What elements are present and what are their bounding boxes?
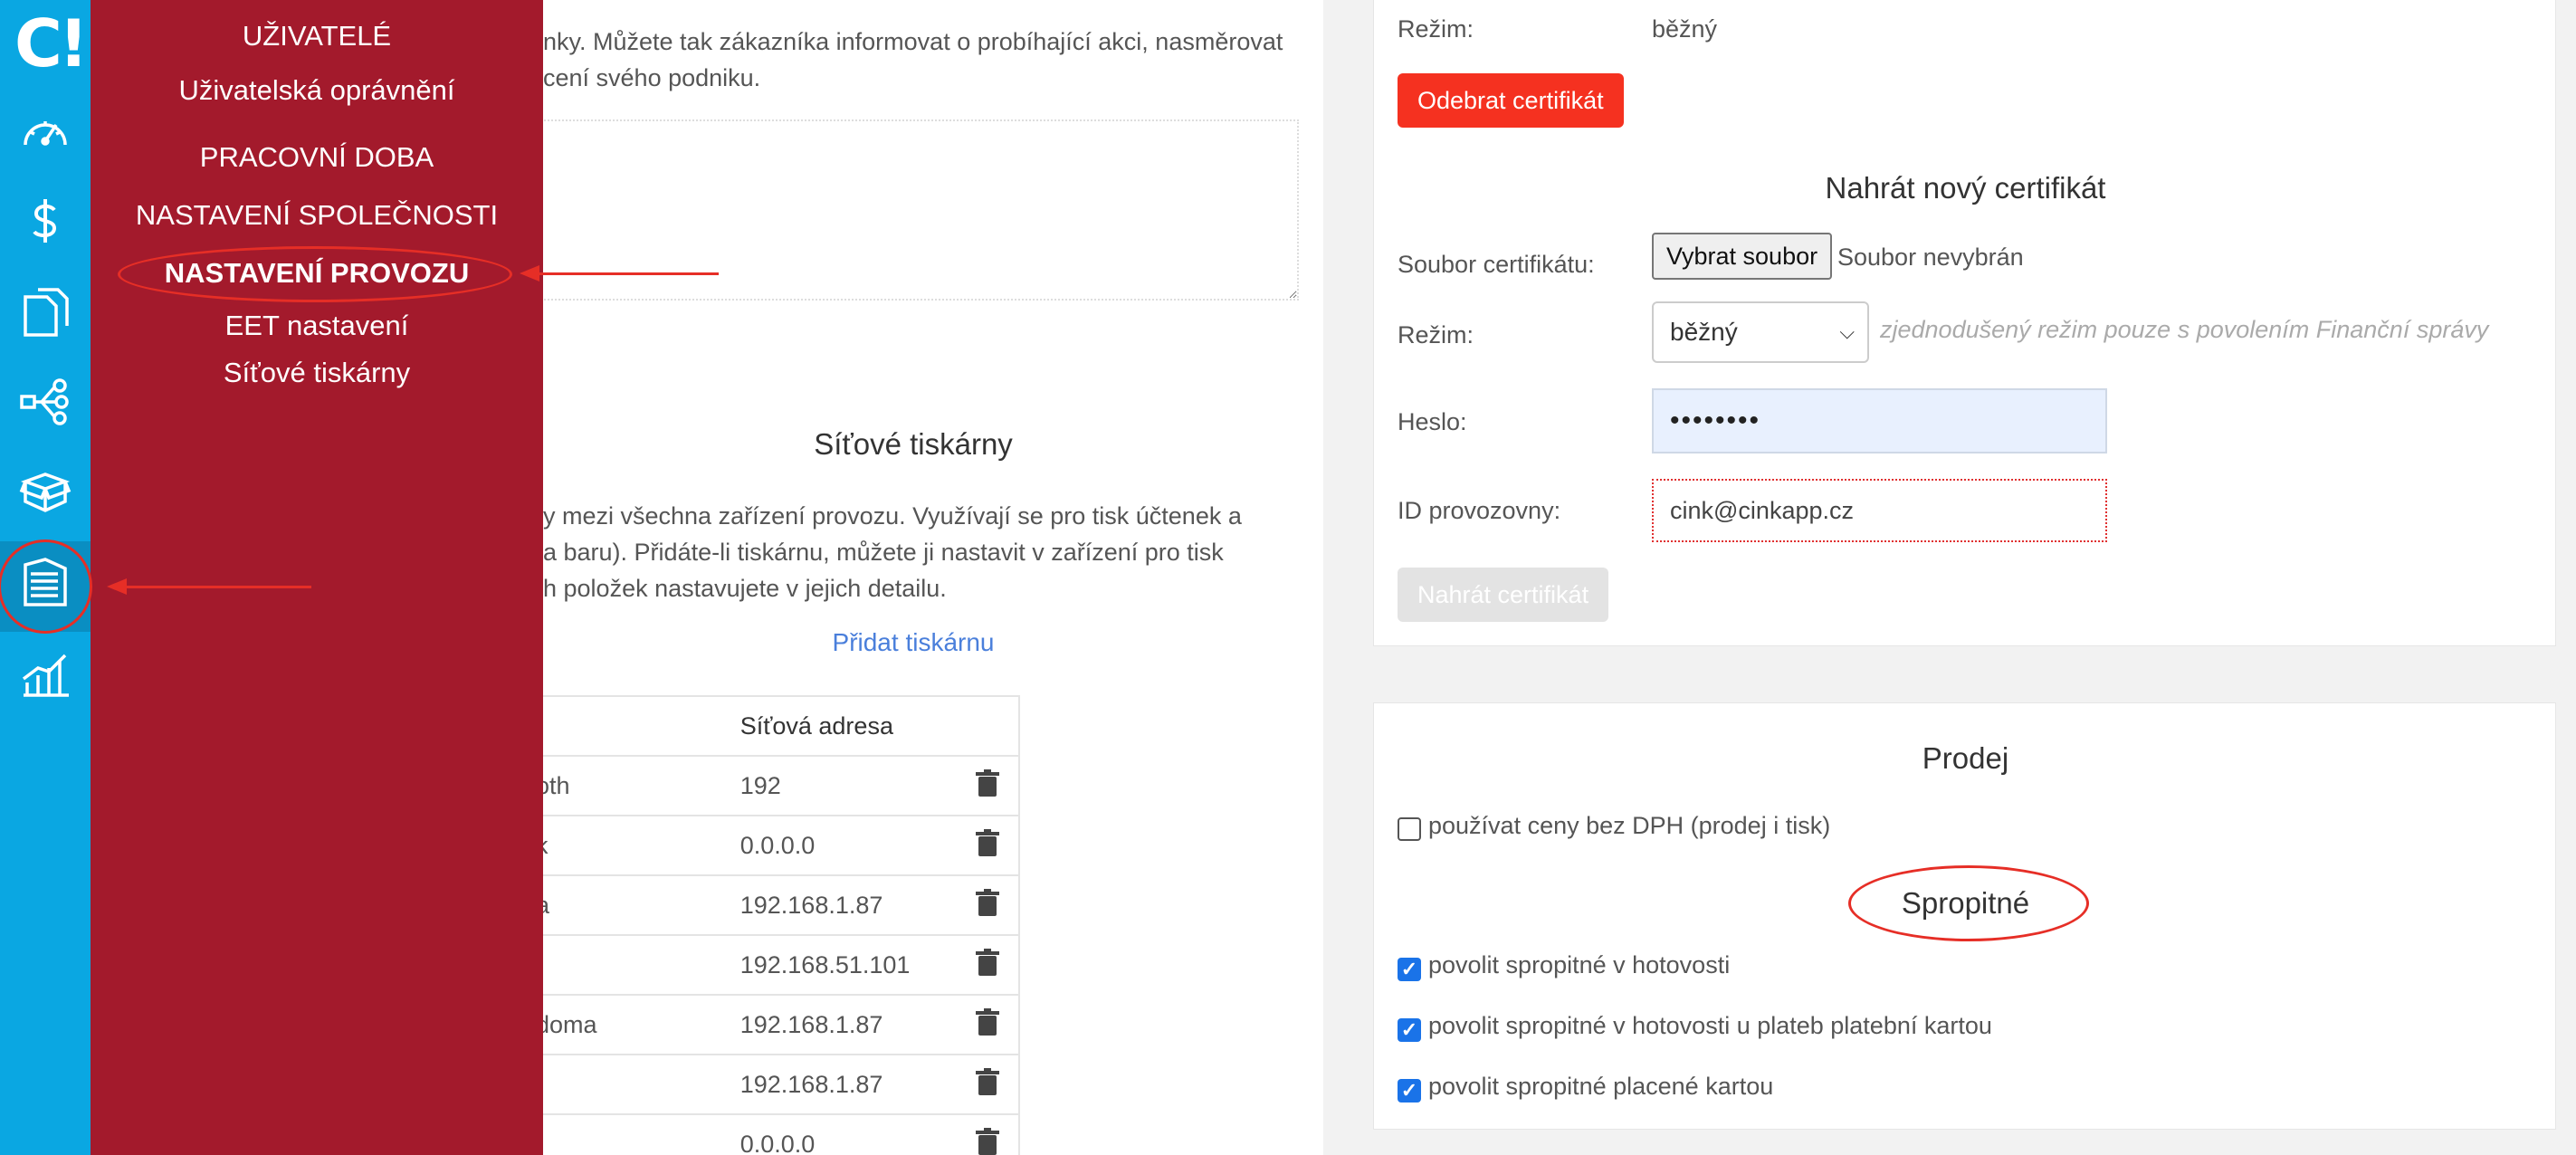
- file-status: Soubor nevybrán: [1837, 243, 2024, 271]
- sales-title: Prodej: [1922, 741, 2009, 775]
- printer-name: [543, 1054, 740, 1114]
- printers-table: Síťová adresa oth 192 k 0.0.0.0 a 192.16…: [543, 695, 1020, 1155]
- menu-item-company-settings[interactable]: NASTAVENÍ SPOLEČNOSTI: [91, 199, 543, 232]
- tip-cash-checkbox[interactable]: ✓: [1398, 958, 1421, 981]
- vat-checkbox[interactable]: [1398, 817, 1421, 841]
- table-header-row: Síťová adresa: [543, 695, 1019, 756]
- trash-icon[interactable]: [957, 934, 1019, 995]
- annotation-arrowhead-menu: [520, 265, 539, 282]
- intro-text-line2: cení svého podniku.: [543, 64, 761, 91]
- printer-address: 192.168.1.87: [739, 994, 958, 1055]
- menu-item-users[interactable]: UŽIVATELÉ: [91, 20, 543, 52]
- remove-certificate-button[interactable]: Odebrat certifikát: [1398, 73, 1624, 128]
- establishment-id-label: ID provozovny:: [1398, 497, 1561, 524]
- mode-select-value: běžný: [1670, 318, 1738, 346]
- upload-certificate-title: Nahrát nový certifikát: [1825, 171, 2106, 205]
- password-input[interactable]: ••••••••: [1652, 388, 2107, 453]
- password-label: Heslo:: [1398, 408, 1467, 435]
- printer-address: 192.168.51.101: [739, 934, 958, 995]
- mode-label: Režim:: [1398, 15, 1474, 43]
- table-row: k 0.0.0.0: [543, 815, 1019, 875]
- printers-desc-line2: a baru). Přidáte-li tiskárnu, můžete ji …: [543, 539, 1224, 566]
- printer-address: 192: [739, 755, 958, 816]
- printer-name: a: [543, 874, 740, 935]
- printer-name: oth: [543, 755, 740, 816]
- printer-address: 192.168.1.87: [739, 874, 958, 935]
- mode-hint: zjednodušený režim pouze s povolením Fin…: [1880, 316, 2489, 343]
- printers-desc-line3: h položek nastavujete v jejich detailu.: [543, 575, 947, 602]
- menu-item-network-printers[interactable]: Síťové tiskárny: [91, 357, 543, 389]
- annotation-oval-menu: [118, 246, 512, 302]
- upload-certificate-button[interactable]: Nahrát certifikát: [1398, 568, 1609, 622]
- printer-address: 0.0.0.0: [739, 815, 958, 875]
- middle-settings-card: nky. Můžete tak zákazníka informovat o p…: [543, 0, 1323, 1155]
- tip-card-checkbox[interactable]: ✓: [1398, 1079, 1421, 1102]
- menu-item-eet-settings[interactable]: EET nastavení: [91, 310, 543, 342]
- trash-icon[interactable]: [957, 994, 1019, 1055]
- menu-item-working-hours[interactable]: PRACOVNÍ DOBA: [91, 141, 543, 174]
- speedometer-icon[interactable]: [18, 105, 72, 159]
- establishment-id-input[interactable]: cink@cinkapp.cz: [1652, 479, 2107, 542]
- boxes-icon[interactable]: [18, 465, 72, 520]
- annotation-oval-tips: [1848, 865, 2089, 941]
- trash-icon[interactable]: [957, 1113, 1019, 1155]
- mode-value: běžný: [1652, 15, 1718, 43]
- tip-cash-label: povolit spropitné v hotovosti: [1428, 951, 1731, 978]
- mode2-label: Režim:: [1398, 321, 1474, 348]
- trash-icon[interactable]: [957, 1054, 1019, 1114]
- intro-text-line1: nky. Můžete tak zákazníka informovat o p…: [543, 28, 1283, 55]
- tip-cash-card-checkbox[interactable]: ✓: [1398, 1018, 1421, 1042]
- printer-address: 0.0.0.0: [739, 1113, 958, 1155]
- table-row: 192.168.51.101: [543, 934, 1019, 995]
- table-row: doma 192.168.1.87: [543, 994, 1019, 1055]
- network-icon[interactable]: [18, 375, 72, 429]
- annotation-arrowhead-rail: [107, 578, 127, 595]
- certificate-card: Režim: běžný Odebrat certifikát Nahrát n…: [1373, 0, 2556, 646]
- printers-title: Síťové tiskárny: [814, 427, 1013, 461]
- table-row: 0.0.0.0: [543, 1113, 1019, 1155]
- trash-icon[interactable]: [957, 755, 1019, 816]
- menu-item-user-permissions[interactable]: Uživatelská oprávnění: [91, 74, 543, 107]
- annotation-oval-rail: [0, 539, 92, 634]
- table-row: a 192.168.1.87: [543, 874, 1019, 935]
- table-row: 192.168.1.87: [543, 1054, 1019, 1114]
- printer-address: 192.168.1.87: [739, 1054, 958, 1114]
- tip-cash-card-label: povolit spropitné v hotovosti u plateb p…: [1428, 1012, 1992, 1039]
- printer-name: doma: [543, 994, 740, 1055]
- printer-name: [543, 1113, 740, 1155]
- printers-desc-line1: y mezi všechna zařízení provozu. Využíva…: [543, 502, 1242, 530]
- printer-name: [543, 934, 740, 995]
- app-logo[interactable]: C!: [14, 5, 89, 81]
- file-label: Soubor certifikátu:: [1398, 251, 1595, 278]
- table-header-address: Síťová adresa: [739, 695, 958, 756]
- table-row: oth 192: [543, 755, 1019, 816]
- trash-icon[interactable]: [957, 874, 1019, 935]
- documents-icon[interactable]: [18, 284, 72, 339]
- vat-option-label: používat ceny bez DPH (prodej i tisk): [1428, 812, 1831, 839]
- table-header-name: [543, 695, 740, 756]
- tip-card-label: povolit spropitné placené kartou: [1428, 1073, 1774, 1100]
- printer-name: k: [543, 815, 740, 875]
- choose-file-button[interactable]: Vybrat soubor: [1652, 233, 1833, 280]
- analytics-icon[interactable]: [18, 646, 72, 701]
- mode-select[interactable]: běžný ⌵: [1652, 301, 1869, 363]
- dollar-icon[interactable]: [18, 194, 72, 248]
- add-printer-link[interactable]: Přidat tiskárnu: [543, 628, 1283, 657]
- trash-icon[interactable]: [957, 815, 1019, 875]
- settings-menu: UŽIVATELÉ Uživatelská oprávnění PRACOVNÍ…: [91, 0, 543, 1155]
- chevron-down-icon: ⌵: [1839, 320, 1855, 343]
- annotation-arrow-menu: [534, 272, 719, 275]
- annotation-arrow-rail: [121, 586, 311, 588]
